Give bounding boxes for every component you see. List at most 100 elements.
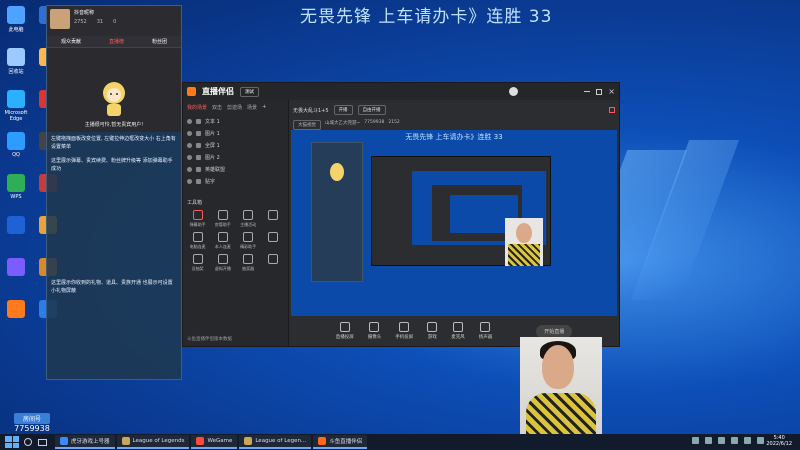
tool-item[interactable]: 设抽奖 xyxy=(185,254,210,272)
count-a: 2752 xyxy=(74,19,87,25)
clock[interactable]: 5:40 2022/6/12 xyxy=(766,435,792,447)
source-item[interactable]: 英雄联盟 xyxy=(183,163,288,175)
desktop-icon[interactable]: 回收站 xyxy=(2,48,30,75)
tool-item[interactable] xyxy=(261,232,286,250)
desktop-icon[interactable]: 此电脑 xyxy=(2,6,30,33)
lock-icon[interactable] xyxy=(196,154,201,160)
source-item[interactable]: 图片 1 xyxy=(183,127,288,139)
desktop-icon[interactable]: WPS xyxy=(2,174,30,200)
eye-icon[interactable] xyxy=(187,142,192,148)
desktop-icon[interactable]: QQ xyxy=(2,132,30,158)
taskbar-app-icon xyxy=(244,437,253,445)
add-scene-icon[interactable]: + xyxy=(262,104,266,111)
source-item[interactable]: 贴字 xyxy=(183,175,288,187)
taskbar-item[interactable]: League of Legends xyxy=(116,435,190,449)
source-item[interactable]: 文本 1 xyxy=(183,115,288,127)
tab-double[interactable]: 双击 xyxy=(212,104,222,111)
lock-icon[interactable] xyxy=(196,118,201,124)
lock-icon[interactable] xyxy=(196,130,201,136)
tool-icon xyxy=(192,210,203,220)
tool-item[interactable]: 电脑连麦 xyxy=(185,232,210,250)
nested-webcam xyxy=(505,218,543,266)
maximize-icon[interactable] xyxy=(596,88,603,95)
taskbar-item[interactable]: 虎牙游戏上号器 xyxy=(55,435,115,449)
tab-clip[interactable]: 剪迹场 xyxy=(227,104,242,111)
eye-icon[interactable] xyxy=(187,154,192,160)
tab-fans[interactable]: 粉丝团 xyxy=(152,38,167,45)
action-camera[interactable]: 摄像头 xyxy=(368,322,381,340)
network-icon[interactable] xyxy=(757,437,764,444)
tag-1[interactable]: 自由开播 xyxy=(357,105,386,115)
tab-rank[interactable]: 直播榜 xyxy=(109,38,124,45)
tab-scene[interactable]: 场景 xyxy=(247,104,257,111)
eye-icon[interactable] xyxy=(187,118,192,124)
tray-icon[interactable] xyxy=(692,437,699,444)
tab-audience[interactable]: 观众贡献 xyxy=(61,38,81,45)
tool-item[interactable]: 精彩助手 xyxy=(236,232,261,250)
app-sidebar: 我的场景 双击 剪迹场 场景 + 文本 1 图片 1 全屏 1 图片 2 英雄联盟 贴字 … xyxy=(183,100,289,346)
close-icon[interactable]: × xyxy=(608,87,615,96)
tool-icon xyxy=(243,232,254,242)
action-phone-cast[interactable]: 手机投屏 xyxy=(395,322,413,340)
preview-title: 无畏先锋 上车请办卡》连胜 33 xyxy=(405,133,503,141)
lock-icon[interactable] xyxy=(196,166,201,172)
taskbar-item[interactable]: 斗鱼直播伴侣 xyxy=(313,435,368,449)
viewer-count: 2152 xyxy=(388,120,400,125)
eye-icon[interactable] xyxy=(187,166,192,172)
overlay-help-1: 左键拖拽面板改变位置, 左键拉伸边框改变大小 右上角有设置菜单 xyxy=(51,136,176,150)
tab-my-scene[interactable]: 我的场景 xyxy=(187,104,207,111)
tool-icon xyxy=(268,210,279,220)
tool-item[interactable] xyxy=(261,210,286,228)
action-game[interactable]: 游戏 xyxy=(427,322,438,340)
minimize-icon[interactable] xyxy=(584,91,591,92)
action-screen-cast[interactable]: 直播投屏 xyxy=(336,322,354,340)
start-live-button[interactable]: 开始直播 xyxy=(536,324,573,338)
volume-icon[interactable] xyxy=(744,437,751,444)
action-mic[interactable]: 麦克风 xyxy=(451,322,465,340)
desktop-icon[interactable] xyxy=(2,216,30,236)
tool-item[interactable]: 主播活动 xyxy=(236,210,261,228)
share-icon[interactable] xyxy=(609,107,615,113)
eye-icon[interactable] xyxy=(187,130,192,136)
start-icon[interactable] xyxy=(5,436,19,448)
taskbar-item[interactable]: WeGame xyxy=(191,435,238,449)
room-name: 无畏大乱斗1+5 xyxy=(293,107,329,114)
app-icon xyxy=(7,6,25,24)
tool-item[interactable] xyxy=(261,254,286,272)
lock-icon[interactable] xyxy=(196,178,201,184)
tool-item[interactable]: 弹幕助手 xyxy=(185,210,210,228)
tool-item[interactable]: 虚拟开播 xyxy=(210,254,235,272)
source-item[interactable]: 图片 2 xyxy=(183,151,288,163)
danmu-overlay-panel[interactable]: 抖音昵称 2752 31 0 观众贡献 直播榜 粉丝团 主播很可怜,暂无贵宾用户… xyxy=(46,5,182,380)
room-meta: 大猫视觉 山城大乙大完游~ 7759938 2152 xyxy=(289,120,619,130)
avatar xyxy=(50,9,70,29)
tray-icon[interactable] xyxy=(731,437,738,444)
room-number-value: 7759938 xyxy=(14,424,50,433)
desktop-icon[interactable]: Microsoft Edge xyxy=(2,90,30,122)
source-list: 文本 1 图片 1 全屏 1 图片 2 英雄联盟 贴字 xyxy=(183,115,288,187)
overlay-username: 抖音昵称 xyxy=(74,10,95,16)
tray-icon[interactable] xyxy=(705,437,712,444)
desktop-icon[interactable] xyxy=(2,258,30,278)
app-logo: 直播伴侣 xyxy=(202,87,234,96)
taskbar-app-icon xyxy=(121,437,130,445)
lock-icon[interactable] xyxy=(196,142,201,148)
tray-icon[interactable] xyxy=(718,437,725,444)
count-c: 0 xyxy=(113,19,117,25)
source-item[interactable]: 全屏 1 xyxy=(183,139,288,151)
room-number-badge: 房间号 7759938 xyxy=(14,413,50,433)
action-speaker[interactable]: 扬声器 xyxy=(479,322,492,340)
taskbar-item[interactable]: League of Legen... xyxy=(239,435,312,449)
eye-icon[interactable] xyxy=(187,178,192,184)
live-companion-window[interactable]: 直播伴侣 测试 × 我的场景 双击 剪迹场 场景 + 文本 1 图片 1 全屏 1图… xyxy=(182,82,620,347)
tool-item[interactable]: 抽奖器 xyxy=(236,254,261,272)
tag-2[interactable]: 大猫视觉 xyxy=(293,120,321,130)
search-icon[interactable] xyxy=(24,438,32,446)
user-avatar[interactable] xyxy=(509,87,519,96)
stream-preview[interactable]: 无畏先锋 上车请办卡》连胜 33 xyxy=(291,130,617,318)
task-view-icon[interactable] xyxy=(38,438,47,446)
tag-0[interactable]: 开播 xyxy=(333,105,353,115)
tool-item[interactable]: 房管助手 xyxy=(210,210,235,228)
tool-item[interactable]: 本人连麦 xyxy=(210,232,235,250)
desktop-icon[interactable] xyxy=(2,300,30,320)
